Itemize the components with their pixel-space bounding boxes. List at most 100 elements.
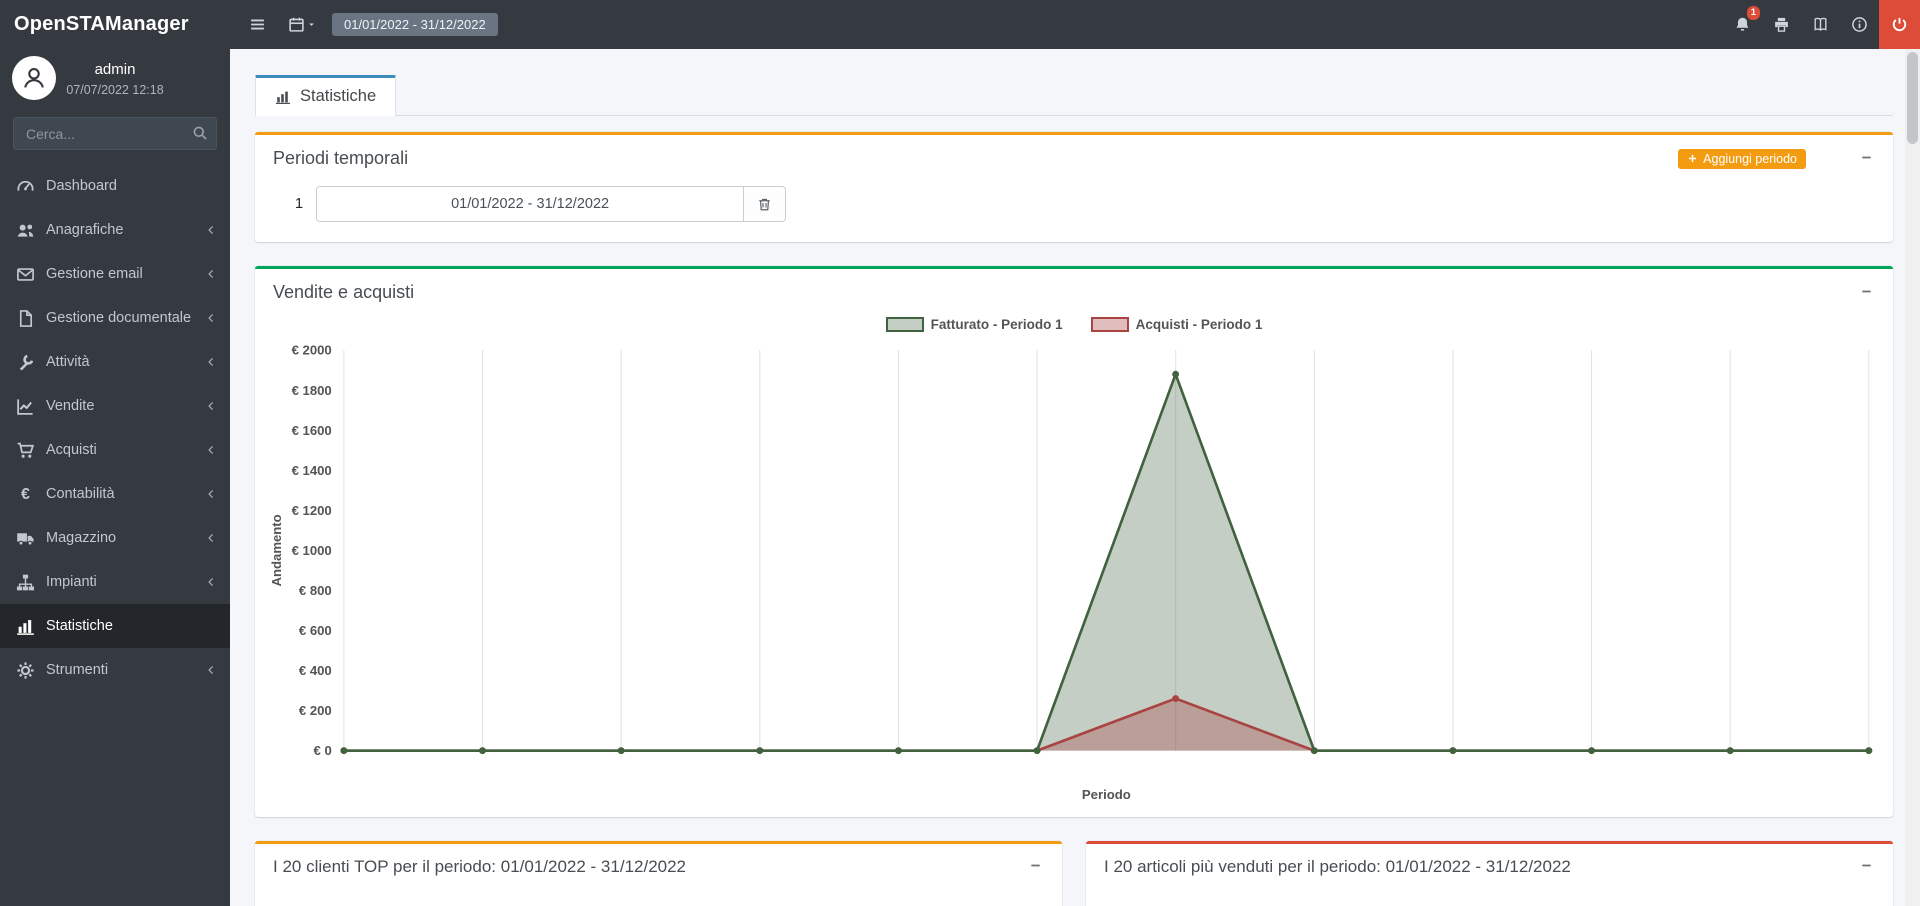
sidebar-toggle-button[interactable] — [238, 0, 277, 49]
sales-card-header: Vendite e acquisti — [255, 269, 1893, 312]
sidebar-item-label: Impianti — [46, 574, 97, 590]
minus-icon — [1029, 859, 1042, 872]
scrollbar-thumb[interactable] — [1907, 52, 1918, 144]
legend-item[interactable]: Acquisti - Periodo 1 — [1091, 317, 1263, 332]
add-period-button[interactable]: Aggiungi periodo — [1678, 149, 1806, 169]
top-clients-title: I 20 clienti TOP per il periodo: 01/01/2… — [273, 857, 975, 877]
sidebar-item-anagrafiche[interactable]: Anagrafiche — [0, 208, 230, 252]
sidebar-item-contabilit-[interactable]: €Contabilità — [0, 472, 230, 516]
svg-text:€ 0: € 0 — [314, 743, 332, 758]
plus-icon — [1687, 153, 1698, 164]
sidebar-item-vendite[interactable]: Vendite — [0, 384, 230, 428]
top-articles-collapse-button[interactable] — [1858, 857, 1875, 877]
sidebar-item-gestione-documentale[interactable]: Gestione documentale — [0, 296, 230, 340]
chevron-left-icon — [205, 224, 217, 236]
brand-logo[interactable]: OpenSTAManager — [0, 0, 230, 49]
chart-bar-icon — [275, 89, 291, 105]
sidebar-item-dashboard[interactable]: Dashboard — [0, 164, 230, 208]
chart-line-icon — [16, 397, 35, 416]
sidebar-item-gestione-email[interactable]: Gestione email — [0, 252, 230, 296]
euro-icon: € — [16, 485, 35, 504]
svg-text:Periodo: Periodo — [1082, 787, 1131, 802]
sidebar-item-impianti[interactable]: Impianti — [0, 560, 230, 604]
print-icon — [1773, 16, 1790, 33]
sidebar-item-label: Strumenti — [46, 662, 108, 678]
svg-text:€ 600: € 600 — [299, 623, 332, 638]
tachometer-icon — [16, 177, 35, 196]
svg-text:€ 1800: € 1800 — [292, 383, 332, 398]
caret-down-icon — [306, 19, 317, 30]
top-articles-card: I 20 articoli più venduti per il periodo… — [1086, 841, 1893, 906]
periods-card-body: 1 — [255, 178, 1893, 242]
calendar-button[interactable] — [277, 0, 328, 49]
sidebar-item-attivit-[interactable]: Attività — [0, 340, 230, 384]
truck-icon — [16, 529, 35, 548]
chevron-left-icon — [205, 356, 217, 368]
svg-text:€ 1400: € 1400 — [292, 463, 332, 478]
legend-label: Fatturato - Periodo 1 — [931, 317, 1063, 332]
file-icon — [16, 309, 35, 328]
legend-item[interactable]: Fatturato - Periodo 1 — [886, 317, 1063, 332]
sidebar-item-label: Attività — [46, 354, 90, 370]
sidebar-item-label: Statistiche — [46, 618, 113, 634]
user-panel: admin 07/07/2022 12:18 — [0, 49, 230, 107]
logout-button[interactable] — [1879, 0, 1920, 49]
cart-icon — [16, 441, 35, 460]
tab-label: Statistiche — [300, 87, 376, 106]
users-icon — [16, 221, 35, 240]
date-range-badge[interactable]: 01/01/2022 - 31/12/2022 — [332, 13, 498, 36]
legend-swatch — [886, 317, 924, 332]
main-content: Statistiche Periodi temporali Aggiungi p… — [230, 49, 1905, 906]
svg-text:Andamento: Andamento — [269, 514, 284, 586]
svg-text:€ 1200: € 1200 — [292, 503, 332, 518]
period-daterange-input[interactable] — [316, 186, 744, 222]
calendar-icon — [288, 16, 305, 33]
legend-label: Acquisti - Periodo 1 — [1136, 317, 1263, 332]
sidebar-item-label: Dashboard — [46, 178, 117, 194]
sidebar-item-label: Anagrafiche — [46, 222, 123, 238]
delete-period-button[interactable] — [744, 186, 786, 222]
minus-icon — [1860, 151, 1873, 164]
book-icon — [1812, 16, 1829, 33]
sidebar-item-strumenti[interactable]: Strumenti — [0, 648, 230, 692]
top-articles-title: I 20 articoli più venduti per il periodo… — [1104, 857, 1806, 877]
sidebar-item-acquisti[interactable]: Acquisti — [0, 428, 230, 472]
minus-icon — [1860, 285, 1873, 298]
sidebar-item-magazzino[interactable]: Magazzino — [0, 516, 230, 560]
tabs-row: Statistiche — [255, 75, 1893, 116]
user-icon — [21, 65, 47, 91]
top-articles-card-header: I 20 articoli più venduti per il periodo… — [1086, 844, 1893, 886]
chart-bar-icon — [16, 617, 35, 636]
trash-icon — [757, 197, 772, 212]
info-icon — [1851, 16, 1868, 33]
info-button[interactable] — [1840, 0, 1879, 49]
sidebar-item-label: Vendite — [46, 398, 94, 414]
svg-text:€ 400: € 400 — [299, 663, 332, 678]
chart-legend: Fatturato - Periodo 1 Acquisti - Periodo … — [265, 314, 1883, 334]
periods-card-header: Periodi temporali Aggiungi periodo — [255, 135, 1893, 178]
search-input[interactable] — [13, 117, 217, 150]
bars-icon — [249, 16, 266, 33]
sales-chart-card: Vendite e acquisti Fatturato - Periodo 1… — [255, 266, 1893, 817]
print-button[interactable] — [1762, 0, 1801, 49]
scrollbar-track[interactable] — [1905, 49, 1920, 906]
envelope-icon — [16, 265, 35, 284]
chevron-left-icon — [205, 400, 217, 412]
periods-collapse-button[interactable] — [1858, 149, 1875, 169]
periods-card-title: Periodi temporali — [273, 148, 1678, 169]
sidebar-item-statistiche[interactable]: Statistiche — [0, 604, 230, 648]
power-icon — [1891, 16, 1908, 33]
tab-statistiche[interactable]: Statistiche — [255, 75, 396, 116]
sidebar-item-label: Magazzino — [46, 530, 116, 546]
svg-text:€ 800: € 800 — [299, 583, 332, 598]
sales-collapse-button[interactable] — [1858, 283, 1875, 303]
period-input-group — [316, 186, 786, 222]
chevron-left-icon — [205, 312, 217, 324]
manual-button[interactable] — [1801, 0, 1840, 49]
search-icon[interactable] — [192, 125, 208, 141]
top-clients-collapse-button[interactable] — [1027, 857, 1044, 877]
chevron-left-icon — [205, 444, 217, 456]
sidebar-item-label: Gestione documentale — [46, 310, 191, 326]
top-clients-card-header: I 20 clienti TOP per il periodo: 01/01/2… — [255, 844, 1062, 886]
notifications-button[interactable]: 1 — [1723, 0, 1762, 49]
